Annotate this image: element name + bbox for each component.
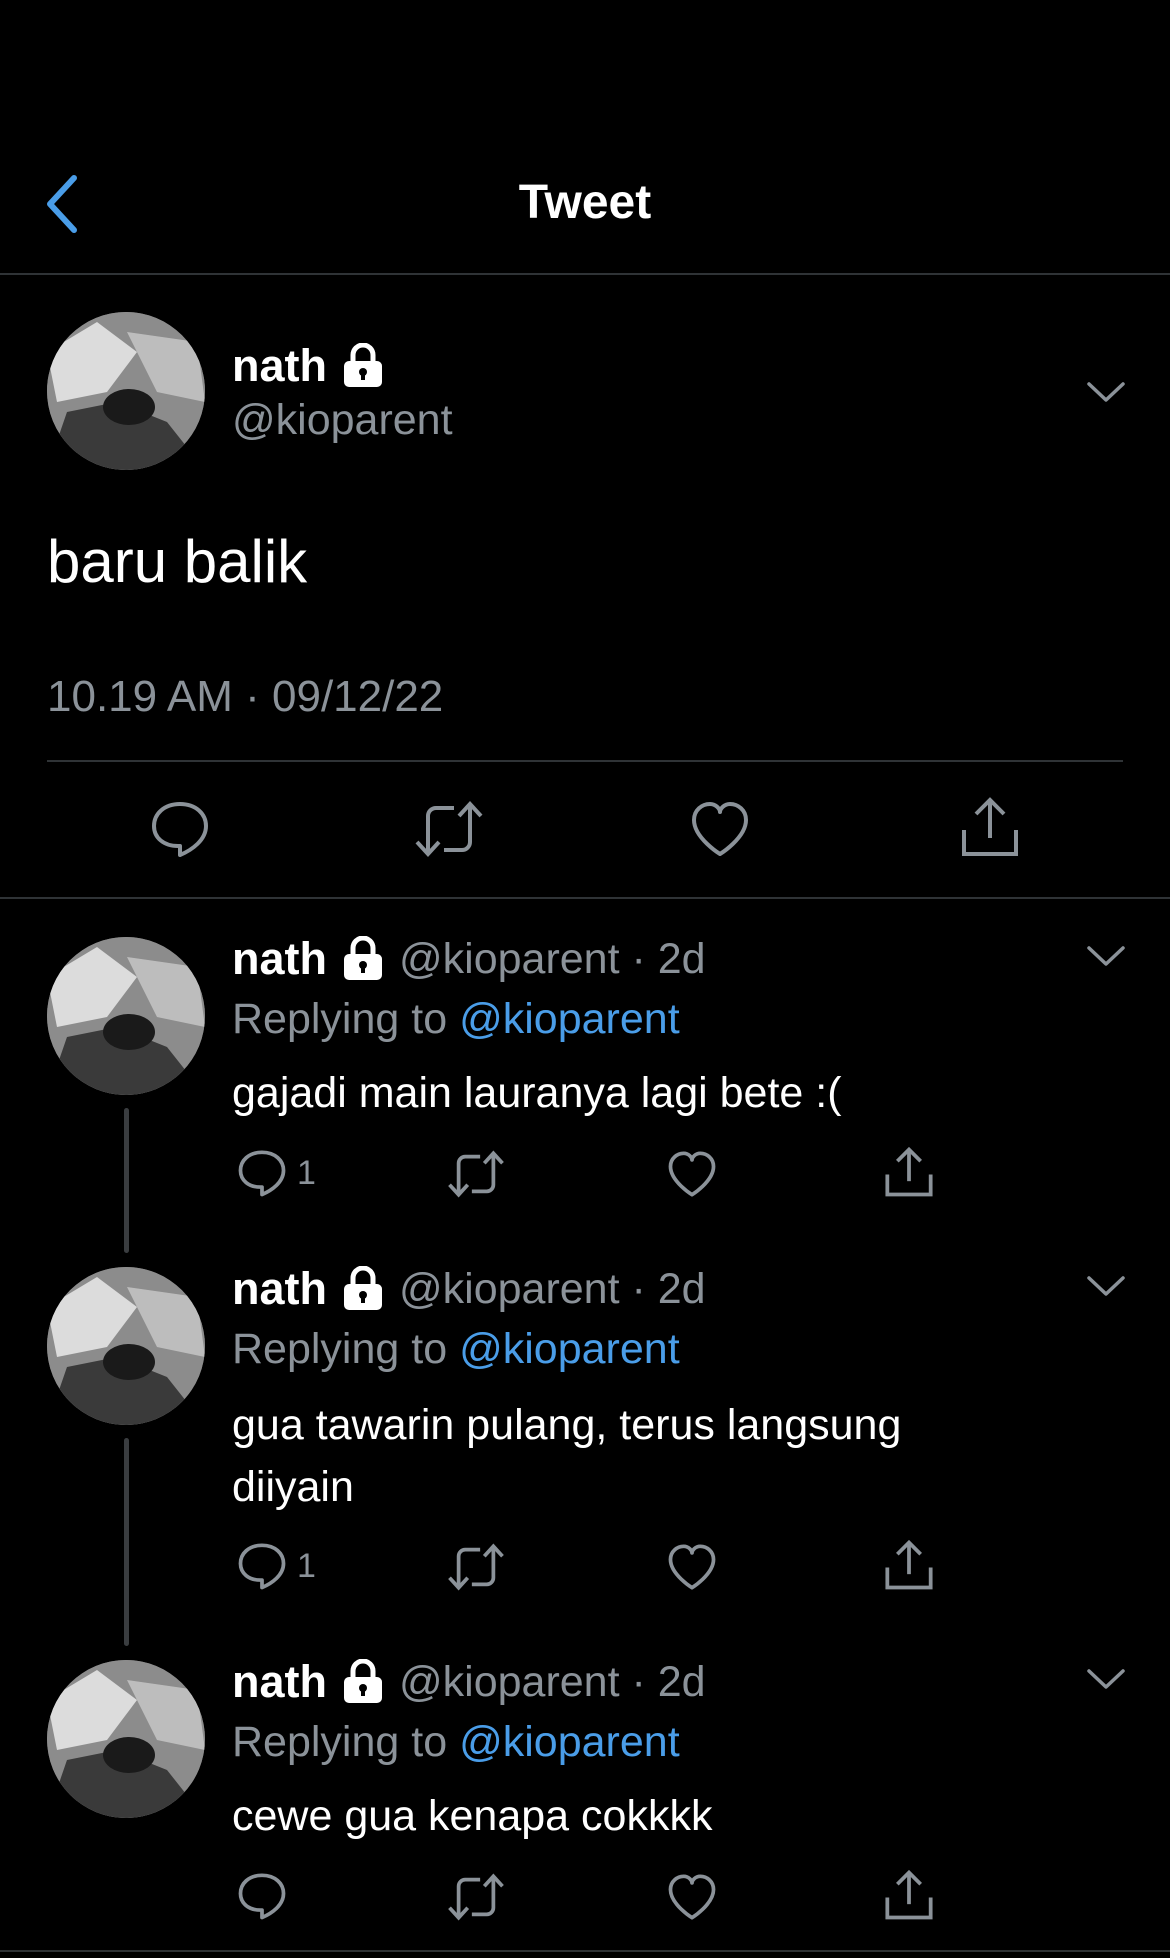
reply-icon bbox=[238, 1873, 286, 1920]
lock-icon bbox=[344, 936, 382, 980]
author-handle-time[interactable]: @kioparent · 2d bbox=[399, 1658, 706, 1707]
like-button[interactable] bbox=[690, 800, 750, 858]
replying-prefix: Replying to bbox=[232, 1325, 448, 1373]
tweet-timestamp: 10.19 AM · 09/12/22 bbox=[47, 672, 444, 721]
like-button[interactable] bbox=[667, 1150, 717, 1198]
avatar[interactable] bbox=[47, 1660, 205, 1818]
thread-line bbox=[124, 1438, 129, 1646]
share-button[interactable] bbox=[884, 1869, 934, 1921]
replying-prefix: Replying to bbox=[232, 1718, 448, 1766]
avatar-image bbox=[47, 937, 205, 1095]
avatar[interactable] bbox=[47, 1267, 205, 1425]
chevron-down-icon bbox=[1087, 382, 1125, 402]
lock-icon bbox=[344, 343, 382, 387]
reply-icon bbox=[238, 1150, 286, 1197]
reply-author-line: nath @kioparent · 2d bbox=[232, 933, 706, 985]
retweet-icon bbox=[448, 1873, 504, 1921]
retweet-button[interactable] bbox=[447, 1873, 505, 1921]
retweet-icon bbox=[415, 801, 483, 857]
reply-count: 1 bbox=[297, 1546, 316, 1585]
replying-prefix: Replying to bbox=[232, 995, 448, 1043]
replying-handle-link[interactable]: @kioparent bbox=[459, 1718, 680, 1766]
tweet-menu-button[interactable] bbox=[1086, 380, 1126, 404]
chevron-down-icon bbox=[1087, 1276, 1125, 1296]
replying-to: Replying to @kioparent bbox=[232, 1718, 680, 1767]
reply-author-line: nath @kioparent · 2d bbox=[232, 1263, 706, 1315]
avatar-image bbox=[47, 1267, 205, 1425]
share-button[interactable] bbox=[884, 1539, 934, 1591]
author-name[interactable]: nath bbox=[232, 933, 327, 985]
retweet-button[interactable] bbox=[447, 1543, 505, 1591]
share-icon bbox=[885, 1539, 933, 1590]
avatar[interactable] bbox=[47, 312, 205, 470]
like-button[interactable] bbox=[667, 1543, 717, 1591]
lock-icon bbox=[344, 1659, 382, 1703]
reply-icon bbox=[238, 1543, 286, 1590]
tweet-text: baru balik bbox=[47, 528, 308, 595]
like-icon bbox=[692, 802, 748, 856]
tweet-menu-button[interactable] bbox=[1086, 1667, 1126, 1691]
reply-count: 1 bbox=[297, 1153, 316, 1192]
tweet-menu-button[interactable] bbox=[1086, 944, 1126, 968]
bottom-divider bbox=[0, 1950, 1170, 1952]
retweet-button[interactable] bbox=[447, 1150, 505, 1198]
chevron-down-icon bbox=[1087, 946, 1125, 966]
replying-to: Replying to @kioparent bbox=[232, 995, 680, 1044]
author-name[interactable]: nath bbox=[232, 1263, 327, 1315]
share-icon bbox=[885, 1146, 933, 1197]
like-button[interactable] bbox=[667, 1873, 717, 1921]
reply-button[interactable] bbox=[150, 800, 210, 858]
chevron-down-icon bbox=[1087, 1669, 1125, 1689]
like-icon bbox=[668, 1151, 716, 1197]
retweet-icon bbox=[448, 1150, 504, 1198]
author-handle-time[interactable]: @kioparent · 2d bbox=[399, 935, 706, 984]
actions-divider bbox=[0, 897, 1170, 899]
lock-icon bbox=[344, 1266, 382, 1310]
retweet-icon bbox=[448, 1543, 504, 1591]
share-button[interactable] bbox=[884, 1146, 934, 1198]
author-handle[interactable]: @kioparent bbox=[232, 396, 453, 445]
reply-text: gajadi main lauranya lagi bete :( bbox=[232, 1069, 842, 1117]
share-button[interactable] bbox=[960, 796, 1020, 858]
replying-to: Replying to @kioparent bbox=[232, 1325, 680, 1374]
author-handle-time[interactable]: @kioparent · 2d bbox=[399, 1265, 706, 1314]
reply-button[interactable]: 1 bbox=[237, 1149, 316, 1197]
author-name[interactable]: nath bbox=[232, 1656, 327, 1708]
page-title: Tweet bbox=[518, 176, 652, 229]
author-name[interactable]: nath bbox=[232, 340, 327, 392]
like-icon bbox=[668, 1874, 716, 1920]
tweet-menu-button[interactable] bbox=[1086, 1274, 1126, 1298]
reply-author-line: nath @kioparent · 2d bbox=[232, 1656, 706, 1708]
replying-handle-link[interactable]: @kioparent bbox=[459, 995, 680, 1043]
share-icon bbox=[885, 1869, 933, 1920]
reply-icon bbox=[152, 802, 208, 857]
like-icon bbox=[668, 1544, 716, 1590]
thread-line bbox=[124, 1108, 129, 1253]
reply-text: cewe gua kenapa cokkkk bbox=[232, 1792, 713, 1840]
timestamp-divider bbox=[47, 760, 1123, 762]
reply-button[interactable]: 1 bbox=[237, 1542, 316, 1590]
header-divider bbox=[0, 273, 1170, 275]
share-icon bbox=[962, 797, 1018, 856]
avatar-image bbox=[47, 1660, 205, 1818]
retweet-button[interactable] bbox=[414, 800, 484, 858]
avatar[interactable] bbox=[47, 937, 205, 1095]
replying-handle-link[interactable]: @kioparent bbox=[459, 1325, 680, 1373]
avatar-image bbox=[47, 312, 205, 470]
author-line: nath bbox=[232, 340, 385, 392]
reply-text: gua tawarin pulang, terus langsung diiya… bbox=[232, 1401, 902, 1511]
reply-button[interactable] bbox=[237, 1872, 297, 1920]
